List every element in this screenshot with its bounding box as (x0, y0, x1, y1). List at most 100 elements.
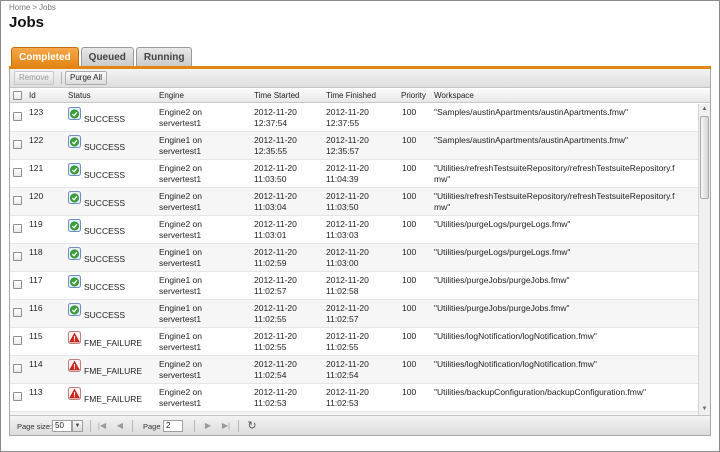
column-header-time-finished[interactable]: Time Finished (326, 91, 376, 100)
job-workspace: "Utilities/logNotification/logNotificati… (434, 359, 597, 369)
row-checkbox[interactable] (13, 308, 22, 317)
job-engine: Engine2 on servertest1 (159, 191, 203, 212)
table-row[interactable]: 115 FME_FAILURE Engine1 on servertest1 2012-… (10, 328, 698, 356)
job-id: 121 (29, 163, 44, 173)
job-engine: Engine2 on servertest1 (159, 359, 203, 380)
job-priority: 100 (402, 219, 417, 229)
jobs-panel: Remove Purge All Id Status Engine Time S… (9, 69, 711, 436)
column-header-engine[interactable]: Engine (159, 91, 184, 100)
success-check-icon (68, 247, 81, 260)
table-row[interactable]: 113 FME_FAILURE Engine2 on servertest1 2012-… (10, 384, 698, 412)
failure-warning-icon (68, 331, 81, 344)
job-priority: 100 (402, 107, 417, 117)
table-row[interactable]: 117 SUCCESS Engine1 on servertest1 2012-11-2… (10, 272, 698, 300)
job-time-finished: 2012-11-20 12:35:57 (326, 135, 369, 156)
row-checkbox[interactable] (13, 112, 22, 121)
success-check-icon (68, 219, 81, 232)
tab-queued[interactable]: Queued (80, 47, 134, 67)
job-time-finished: 2012-11-20 11:03:50 (326, 191, 369, 212)
last-page-icon[interactable]: ▶| (220, 420, 232, 432)
job-status: SUCCESS (84, 310, 126, 320)
row-checkbox[interactable] (13, 196, 22, 205)
page-title: Jobs (9, 14, 45, 31)
row-checkbox[interactable] (13, 140, 22, 149)
chevron-down-icon[interactable]: ▼ (72, 420, 83, 432)
scroll-up-arrow-icon[interactable]: ▲ (699, 104, 710, 114)
remove-button[interactable]: Remove (14, 71, 54, 85)
job-time-finished: 2012-11-20 11:02:57 (326, 303, 369, 324)
column-header-workspace[interactable]: Workspace (434, 91, 474, 100)
breadcrumb-home-link[interactable]: Home (9, 3, 30, 12)
page-label: Page (143, 422, 161, 431)
grid-scrollbar[interactable]: ▲ ▼ (698, 104, 710, 415)
table-row[interactable]: 114 FME_FAILURE Engine2 on servertest1 2012-… (10, 356, 698, 384)
job-time-started: 2012-11-20 11:02:57 (254, 275, 297, 296)
job-id: 117 (29, 275, 43, 285)
tab-running[interactable]: Running (135, 47, 193, 67)
row-checkbox[interactable] (13, 364, 22, 373)
first-page-icon[interactable]: |◀ (96, 420, 108, 432)
page-number-input[interactable]: 2 (163, 420, 183, 432)
scrollbar-thumb[interactable] (700, 116, 709, 199)
grid-toolbar: Remove Purge All (10, 69, 710, 88)
job-time-finished: 2012-11-20 11:02:54 (326, 359, 369, 380)
job-time-started: 2012-11-20 11:02:59 (254, 247, 297, 268)
row-checkbox[interactable] (13, 168, 22, 177)
table-row[interactable]: 120 SUCCESS Engine2 on servertest1 2012-11-2… (10, 188, 698, 216)
success-check-icon (68, 275, 81, 288)
column-header-status[interactable]: Status (68, 91, 91, 100)
column-header-id[interactable]: Id (29, 91, 36, 100)
job-engine: Engine1 on servertest1 (159, 275, 203, 296)
table-row[interactable]: 123 SUCCESS Engine2 on servertest1 2012-11-2… (10, 104, 698, 132)
column-header-time-started[interactable]: Time Started (254, 91, 300, 100)
job-engine: Engine2 on servertest1 (159, 107, 203, 128)
job-status: SUCCESS (84, 142, 126, 152)
job-time-started: 2012-11-20 11:02:55 (254, 331, 297, 352)
job-time-started: 2012-11-20 11:03:01 (254, 219, 297, 240)
toolbar-separator (61, 72, 62, 84)
column-header-priority[interactable]: Priority (401, 91, 426, 100)
page-size-select[interactable]: 50 (52, 420, 72, 432)
success-check-icon (68, 107, 81, 120)
table-row[interactable]: 122 SUCCESS Engine1 on servertest1 2012-11-2… (10, 132, 698, 160)
job-rows: 123 SUCCESS Engine2 on servertest1 2012-11-2… (10, 104, 698, 415)
table-row[interactable]: 118 SUCCESS Engine1 on servertest1 2012-11-2… (10, 244, 698, 272)
job-engine: Engine1 on servertest1 (159, 135, 203, 156)
row-checkbox[interactable] (13, 392, 22, 401)
job-time-finished: 2012-11-20 11:02:58 (326, 275, 369, 296)
job-id: 119 (29, 219, 43, 229)
pager-separator (194, 420, 195, 432)
row-checkbox[interactable] (13, 252, 22, 261)
job-time-finished: 2012-11-20 12:37:55 (326, 107, 369, 128)
row-checkbox[interactable] (13, 224, 22, 233)
job-status: SUCCESS (84, 282, 126, 292)
next-page-icon[interactable]: ▶ (202, 420, 214, 432)
job-status: SUCCESS (84, 226, 126, 236)
job-id: 123 (29, 107, 44, 117)
job-workspace: "Utilities/purgeLogs/purgeLogs.fmw" (434, 219, 571, 229)
table-row[interactable]: 121 SUCCESS Engine2 on servertest1 2012-11-2… (10, 160, 698, 188)
job-engine: Engine2 on servertest1 (159, 219, 203, 240)
job-status: SUCCESS (84, 198, 126, 208)
tab-completed[interactable]: Completed (11, 47, 79, 67)
previous-page-icon[interactable]: ◀ (114, 420, 126, 432)
success-check-icon (68, 191, 81, 204)
job-time-finished: 2012-11-20 11:03:03 (326, 219, 369, 240)
job-workspace: "Utilities/refreshTestsuiteRepository/re… (434, 191, 675, 212)
job-id: 115 (29, 331, 43, 341)
scroll-down-arrow-icon[interactable]: ▼ (699, 404, 710, 414)
table-row[interactable]: 116 SUCCESS Engine1 on servertest1 2012-11-2… (10, 300, 698, 328)
job-time-finished: 2012-11-20 11:04:39 (326, 163, 369, 184)
job-time-started: 2012-11-20 11:03:50 (254, 163, 297, 184)
row-checkbox[interactable] (13, 280, 22, 289)
refresh-icon[interactable]: ↻ (246, 420, 258, 432)
job-id: 114 (29, 359, 43, 369)
job-time-finished: 2012-11-20 11:02:55 (326, 331, 369, 352)
table-row[interactable]: 119 SUCCESS Engine2 on servertest1 2012-11-2… (10, 216, 698, 244)
job-id: 113 (29, 387, 43, 397)
grid-header: Id Status Engine Time Started Time Finis… (10, 89, 710, 103)
job-status: SUCCESS (84, 254, 126, 264)
purge-all-button[interactable]: Purge All (65, 71, 108, 85)
select-all-checkbox[interactable] (13, 91, 22, 100)
row-checkbox[interactable] (13, 336, 22, 345)
